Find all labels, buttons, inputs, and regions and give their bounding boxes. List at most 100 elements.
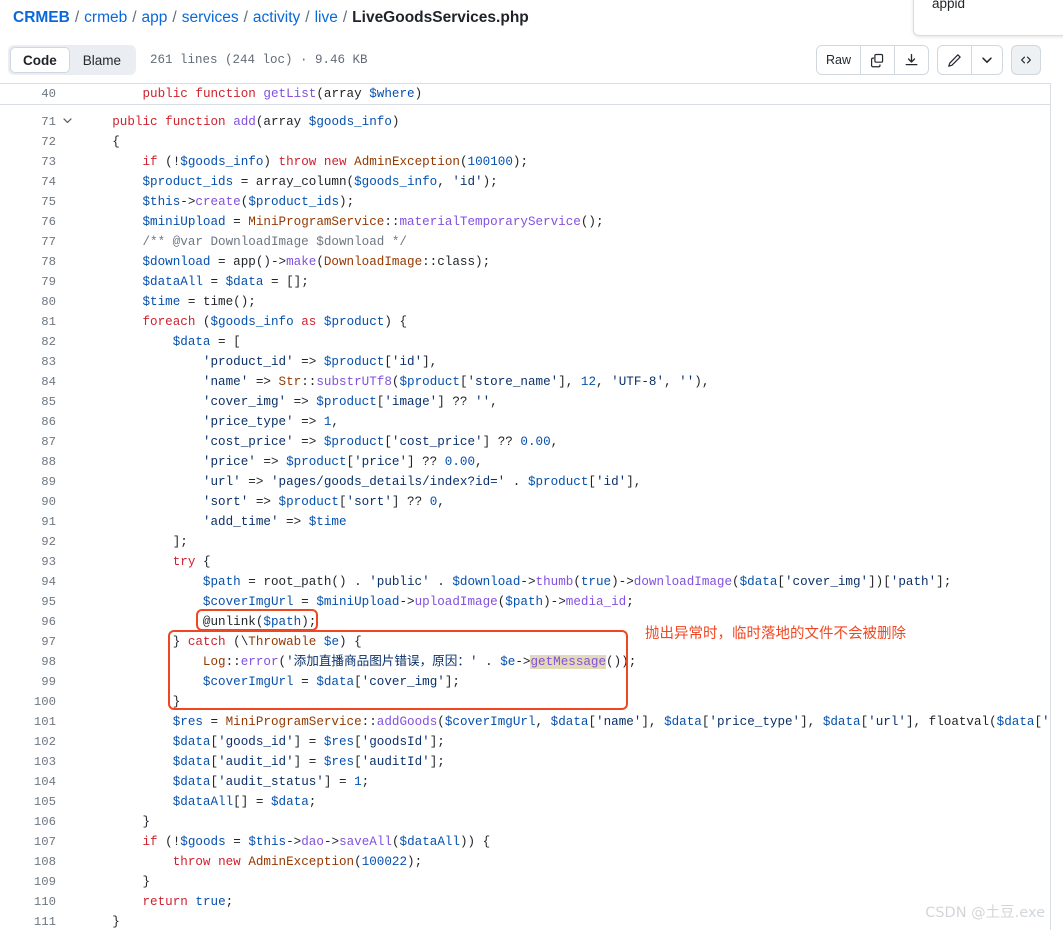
line-number[interactable]: 78 [0,252,56,272]
code-line[interactable]: 110 return true; [0,892,1050,912]
line-number[interactable]: 97 [0,632,56,652]
breadcrumb-link-app[interactable]: app [142,9,168,27]
line-number[interactable]: 89 [0,472,56,492]
code-line[interactable]: 71 public function add(array $goods_info… [0,112,1050,132]
line-number[interactable]: 103 [0,752,56,772]
line-number[interactable]: 83 [0,352,56,372]
breadcrumb-link-activity[interactable]: activity [253,9,300,27]
code-line[interactable]: 98 Log::error('添加直播商品图片错误，原因：' . $e->get… [0,652,1050,672]
line-number[interactable]: 93 [0,552,56,572]
line-number[interactable]: 94 [0,572,56,592]
code-line[interactable]: 79 $dataAll = $data = []; [0,272,1050,292]
line-number[interactable]: 105 [0,792,56,812]
code-line[interactable]: 99 $coverImgUrl = $data['cover_img']; [0,672,1050,692]
code-line[interactable]: 105 $dataAll[] = $data; [0,792,1050,812]
line-number[interactable]: 88 [0,452,56,472]
line-number[interactable]: 81 [0,312,56,332]
line-number[interactable]: 110 [0,892,56,912]
line-number[interactable]: 109 [0,872,56,892]
line-number[interactable]: 80 [0,292,56,312]
breadcrumb: CRMEB / crmeb / app / services / activity / live / L… [0,0,1051,36]
code-line[interactable]: 84 'name' => Str::substrUTf8($product['s… [0,372,1050,392]
line-number[interactable]: 101 [0,712,56,732]
line-number[interactable]: 79 [0,272,56,292]
line-number[interactable]: 85 [0,392,56,412]
code-line[interactable]: 109 } [0,872,1050,892]
code-line[interactable]: 102 $data['goods_id'] = $res['goodsId']; [0,732,1050,752]
code-line[interactable]: 89 'url' => 'pages/goods_details/index?i… [0,472,1050,492]
code-line[interactable]: 72 { [0,132,1050,152]
chevron-down-icon[interactable] [60,112,74,132]
line-number[interactable]: 77 [0,232,56,252]
line-number[interactable]: 106 [0,812,56,832]
line-number[interactable]: 99 [0,672,56,692]
code-line[interactable]: 40 public function getList(array $where) [0,84,1050,104]
tab-blame[interactable]: Blame [70,47,134,73]
code-line[interactable]: 111 } [0,912,1050,930]
chevron-down-icon[interactable] [972,46,1002,74]
line-number[interactable]: 92 [0,532,56,552]
raw-button[interactable]: Raw [816,46,861,74]
line-number[interactable]: 71 [0,112,56,132]
code-line[interactable]: 74 $product_ids = array_column($goods_in… [0,172,1050,192]
code-line[interactable]: 108 throw new AdminException(100022); [0,852,1050,872]
code-line[interactable]: 94 $path = root_path() . 'public' . $dow… [0,572,1050,592]
download-icon[interactable] [895,46,928,74]
line-number[interactable]: 91 [0,512,56,532]
line-number[interactable]: 75 [0,192,56,212]
line-number[interactable]: 82 [0,332,56,352]
code-line[interactable]: 77 /** @var DownloadImage $download */ [0,232,1050,252]
line-number[interactable]: 40 [0,84,56,104]
code-line[interactable]: 91 'add_time' => $time [0,512,1050,532]
code-line[interactable]: 85 'cover_img' => $product['image'] ?? '… [0,392,1050,412]
breadcrumb-link-live[interactable]: live [315,9,338,27]
line-number[interactable]: 84 [0,372,56,392]
code-line[interactable]: 78 $download = app()->make(DownloadImage… [0,252,1050,272]
tab-code[interactable]: Code [10,46,70,73]
code-line[interactable]: 107 if (!$goods = $this->dao->saveAll($d… [0,832,1050,852]
line-number[interactable]: 86 [0,412,56,432]
code-line[interactable]: 104 $data['audit_status'] = 1; [0,772,1050,792]
code-line[interactable]: 100 } [0,692,1050,712]
code-line[interactable]: 93 try { [0,552,1050,572]
code-line[interactable]: 90 'sort' => $product['sort'] ?? 0, [0,492,1050,512]
pencil-icon[interactable] [938,46,972,74]
code-line[interactable]: 86 'price_type' => 1, [0,412,1050,432]
code-line[interactable]: 75 $this->create($product_ids); [0,192,1050,212]
line-number[interactable]: 108 [0,852,56,872]
code-line[interactable]: 80 $time = time(); [0,292,1050,312]
code-line[interactable]: 83 'product_id' => $product['id'], [0,352,1050,372]
code-line[interactable]: 95 $coverImgUrl = $miniUpload->uploadIma… [0,592,1050,612]
code-line[interactable]: 82 $data = [ [0,332,1050,352]
code-viewer[interactable]: 40 public function getList(array $where)… [0,84,1051,930]
code-line[interactable]: 87 'cost_price' => $product['cost_price'… [0,432,1050,452]
code-line[interactable]: 81 foreach ($goods_info as $product) { [0,312,1050,332]
copy-icon[interactable] [861,46,895,74]
code-line[interactable]: 106 } [0,812,1050,832]
line-number[interactable]: 102 [0,732,56,752]
line-number[interactable]: 107 [0,832,56,852]
line-number[interactable]: 96 [0,612,56,632]
line-number[interactable]: 90 [0,492,56,512]
code-line[interactable]: 103 $data['audit_id'] = $res['auditId']; [0,752,1050,772]
breadcrumb-link-crmeb[interactable]: crmeb [84,9,127,27]
breadcrumb-link-crmeb[interactable]: CRMEB [13,9,70,27]
line-number[interactable]: 74 [0,172,56,192]
line-number[interactable]: 76 [0,212,56,232]
code-line[interactable]: 92 ]; [0,532,1050,552]
appid-overlay-panel[interactable]: appid [913,0,1063,36]
line-number[interactable]: 100 [0,692,56,712]
code-line[interactable]: 88 'price' => $product['price'] ?? 0.00, [0,452,1050,472]
breadcrumb-link-services[interactable]: services [182,9,239,27]
code-line[interactable]: 73 if (!$goods_info) throw new AdminExce… [0,152,1050,172]
code-brackets-icon[interactable] [1011,45,1041,75]
code-line[interactable]: 76 $miniUpload = MiniProgramService::mat… [0,212,1050,232]
line-number[interactable]: 104 [0,772,56,792]
line-number[interactable]: 98 [0,652,56,672]
line-number[interactable]: 73 [0,152,56,172]
line-number[interactable]: 95 [0,592,56,612]
code-line[interactable]: 101 $res = MiniProgramService::addGoods(… [0,712,1050,732]
line-number[interactable]: 111 [0,912,56,930]
line-number[interactable]: 87 [0,432,56,452]
line-number[interactable]: 72 [0,132,56,152]
